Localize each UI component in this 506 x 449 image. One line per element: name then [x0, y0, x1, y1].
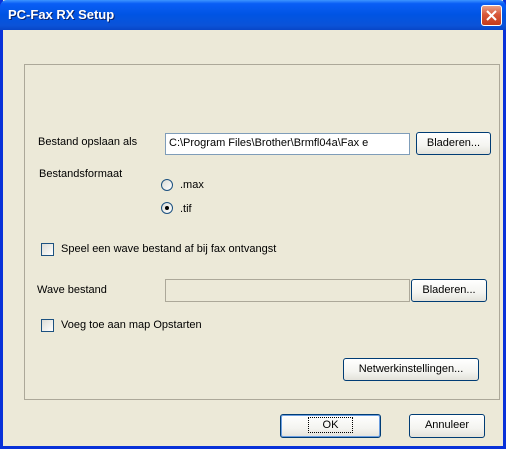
network-settings-button[interactable]: Netwerkinstellingen...: [343, 358, 479, 381]
browse-save-path-button[interactable]: Bladeren...: [416, 132, 491, 155]
title-bar[interactable]: PC-Fax RX Setup: [0, 0, 506, 30]
wave-file-field[interactable]: [165, 279, 410, 302]
format-max-radio[interactable]: [161, 179, 173, 191]
format-tif-label: .tif: [180, 203, 192, 215]
format-max-label: .max: [180, 179, 204, 191]
startup-label: Voeg toe aan map Opstarten: [61, 319, 202, 331]
cancel-button[interactable]: Annuleer: [409, 414, 485, 438]
browse-wave-button[interactable]: Bladeren...: [411, 279, 487, 302]
settings-panel: Bestand opslaan als C:\Program Files\Bro…: [24, 64, 500, 400]
startup-checkbox[interactable]: [41, 319, 54, 332]
close-button[interactable]: [481, 5, 502, 26]
play-wave-label: Speel een wave bestand af bij fax ontvan…: [61, 243, 277, 255]
file-format-label: Bestandsformaat: [39, 168, 123, 180]
play-wave-checkbox[interactable]: [41, 243, 54, 256]
radio-selected-dot: [165, 206, 169, 210]
wave-file-label: Wave bestand: [37, 284, 107, 296]
format-tif-radio[interactable]: [161, 202, 173, 214]
ok-label: OK: [307, 417, 354, 433]
window-title: PC-Fax RX Setup: [8, 7, 115, 22]
save-as-label: Bestand opslaan als: [38, 136, 138, 148]
save-path-field[interactable]: C:\Program Files\Brother\Brmfl04a\Fax e: [165, 133, 410, 155]
dialog-window: PC-Fax RX Setup Bestand opslaan als C:\P…: [0, 0, 506, 449]
close-icon: [486, 10, 497, 21]
ok-button[interactable]: OK: [280, 414, 381, 438]
